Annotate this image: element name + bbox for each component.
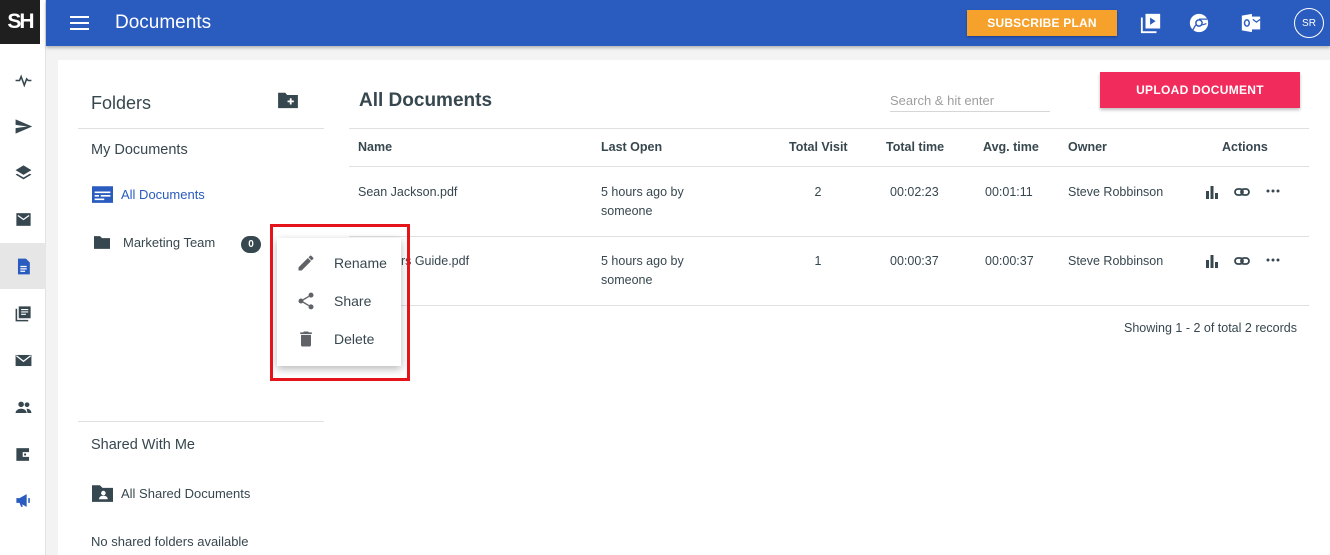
last-open-line: 5 hours ago by	[601, 185, 684, 199]
owner-value: Steve Robbinson	[1068, 185, 1164, 199]
inbox-icon	[15, 212, 31, 226]
new-folder-button[interactable]	[277, 91, 301, 111]
subscribe-plan-button[interactable]: SUBSCRIBE PLAN	[967, 10, 1117, 36]
menu-item-rename-label: Rename	[334, 255, 387, 271]
all-shared-documents-label: All Shared Documents	[121, 486, 251, 501]
document-name[interactable]: ers Guide.pdf	[394, 252, 469, 271]
activity-icon	[15, 73, 31, 88]
total-time-value: 00:02:23	[890, 185, 939, 199]
avg-time-value: 00:00:37	[985, 254, 1034, 268]
hamburger-menu-icon[interactable]	[70, 13, 92, 33]
analytics-icon[interactable]	[1204, 253, 1220, 269]
user-avatar[interactable]: SR	[1294, 8, 1324, 38]
row-divider	[349, 305, 1309, 306]
rail-activity[interactable]	[0, 57, 46, 103]
total-time-value: 00:00:37	[890, 254, 939, 268]
records-count: Showing 1 - 2 of total 2 records	[1123, 321, 1297, 335]
column-header-total-visit[interactable]: Total Visit	[789, 140, 848, 154]
more-options-icon[interactable]	[1265, 184, 1281, 200]
top-bar: Documents SUBSCRIBE PLAN SR	[46, 0, 1330, 46]
folder-icon	[94, 236, 110, 249]
menu-item-delete-label: Delete	[334, 331, 375, 347]
layers-icon	[15, 164, 31, 179]
share-icon	[298, 292, 314, 310]
column-header-actions: Actions	[1222, 140, 1268, 154]
menu-item-share[interactable]: Share	[277, 282, 401, 320]
column-header-name[interactable]: Name	[358, 140, 392, 154]
video-tutorials-button[interactable]	[1139, 11, 1163, 35]
analytics-icon[interactable]	[1204, 184, 1220, 200]
last-open-line: someone	[601, 273, 653, 287]
folder-marketing-team[interactable]: Marketing Team	[94, 235, 215, 250]
trash-icon	[300, 331, 312, 347]
document-icon	[17, 258, 30, 274]
app-logo[interactable]: SH	[0, 0, 40, 44]
chrome-extension-button[interactable]	[1187, 11, 1211, 35]
column-header-total-time[interactable]: Total time	[886, 140, 944, 154]
more-options-icon[interactable]	[1265, 253, 1281, 269]
main-card: Folders My Documents All Documents Marke…	[58, 60, 1330, 555]
column-header-avg-time[interactable]: Avg. time	[983, 140, 1039, 154]
rail-wallet[interactable]	[0, 431, 46, 477]
rail-send[interactable]	[0, 103, 46, 149]
pencil-icon	[298, 255, 314, 271]
people-icon	[15, 401, 31, 413]
rail-library[interactable]	[0, 290, 46, 336]
library-icon	[15, 305, 31, 321]
page-title: Documents	[115, 12, 212, 33]
shared-with-me-heading: Shared With Me	[91, 437, 195, 453]
wallet-icon	[15, 447, 31, 461]
outlook-icon	[1241, 13, 1261, 33]
total-visit-value: 2	[814, 185, 822, 199]
link-icon[interactable]	[1234, 253, 1250, 269]
outlook-addin-button[interactable]	[1239, 11, 1263, 35]
upload-document-button[interactable]: UPLOAD DOCUMENT	[1100, 72, 1300, 108]
chrome-icon	[1189, 13, 1209, 33]
row-divider	[349, 236, 1309, 237]
avg-time-value: 00:01:11	[985, 185, 1033, 199]
documents-list-icon	[92, 186, 113, 203]
column-header-last-open[interactable]: Last Open	[601, 140, 662, 154]
shared-divider	[78, 421, 324, 422]
create-folder-icon	[278, 92, 298, 109]
last-open-line: someone	[601, 204, 653, 218]
rail-documents[interactable]	[0, 243, 46, 289]
side-rail: SH	[0, 0, 46, 555]
total-visit-value: 1	[814, 254, 822, 268]
folder-count-badge: 0	[241, 236, 261, 253]
no-shared-folders-text: No shared folders available	[91, 534, 249, 549]
rail-layers[interactable]	[0, 149, 46, 195]
last-open-line: 5 hours ago by	[601, 254, 684, 268]
owner-value: Steve Robbinson	[1068, 254, 1164, 268]
rail-people[interactable]	[0, 384, 46, 430]
folder-all-shared-documents[interactable]: All Shared Documents	[92, 485, 250, 502]
folder-all-documents[interactable]: All Documents	[92, 186, 205, 203]
folders-heading: Folders	[91, 93, 152, 113]
folder-context-menu: Rename Share Delete	[277, 238, 401, 366]
header-divider	[349, 128, 1309, 129]
folders-divider	[78, 128, 324, 129]
menu-item-rename[interactable]: Rename	[277, 244, 401, 282]
rail-inbox[interactable]	[0, 196, 46, 242]
megaphone-icon	[15, 493, 30, 507]
folder-all-documents-label: All Documents	[121, 187, 205, 202]
document-name[interactable]: Sean Jackson.pdf	[358, 183, 457, 202]
mail-icon	[15, 354, 31, 366]
rail-mail[interactable]	[0, 337, 46, 383]
documents-heading: All Documents	[359, 90, 493, 111]
rail-campaigns[interactable]	[0, 477, 46, 523]
search-input[interactable]	[890, 90, 1050, 112]
video-library-icon	[1140, 13, 1161, 34]
menu-item-delete[interactable]: Delete	[277, 320, 401, 358]
column-header-owner[interactable]: Owner	[1068, 140, 1107, 154]
table-head-divider	[349, 166, 1309, 167]
menu-item-share-label: Share	[334, 293, 372, 309]
my-documents-heading: My Documents	[91, 142, 188, 158]
shared-folder-icon	[92, 485, 113, 502]
send-icon	[15, 118, 32, 134]
folder-marketing-team-label: Marketing Team	[123, 235, 216, 250]
link-icon[interactable]	[1234, 184, 1250, 200]
